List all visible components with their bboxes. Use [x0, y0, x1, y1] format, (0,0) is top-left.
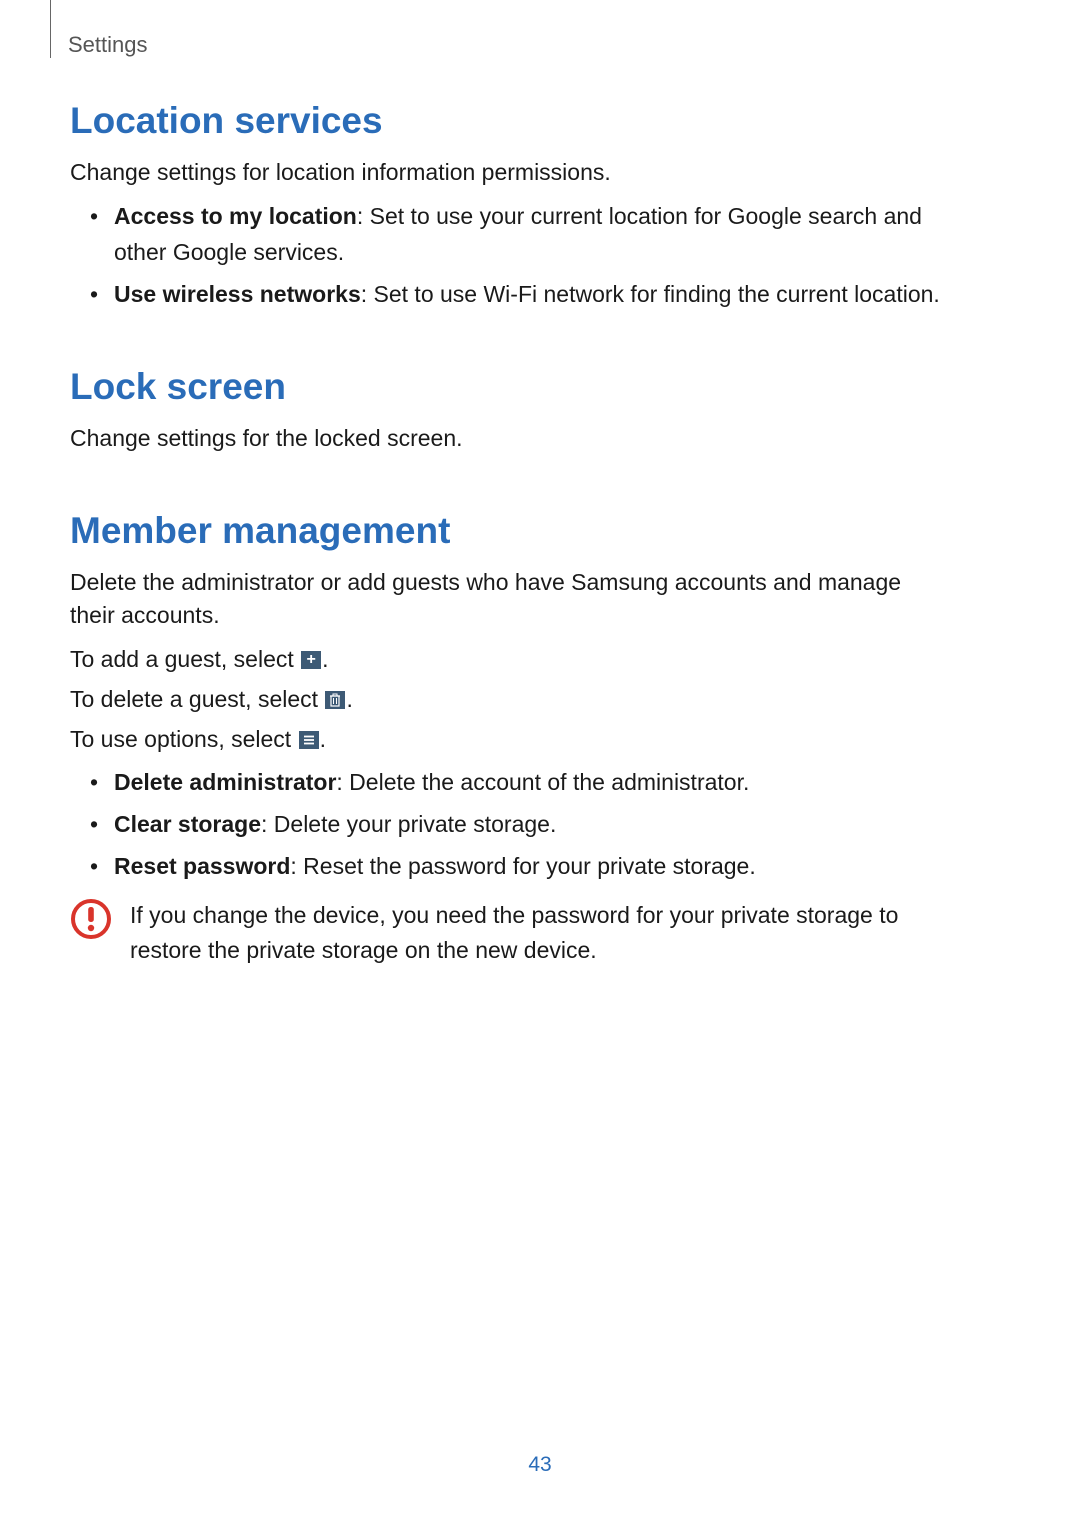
list-item-label: Access to my location	[114, 203, 357, 229]
page-content: Location services Change settings for lo…	[70, 100, 950, 967]
caution-text: If you change the device, you need the p…	[130, 898, 950, 967]
text-segment: .	[346, 686, 352, 712]
list-item-label: Reset password	[114, 853, 290, 879]
section-desc-lock-screen: Change settings for the locked screen.	[70, 422, 950, 455]
list-item-desc: : Reset the password for your private st…	[290, 853, 755, 879]
text-segment: .	[322, 646, 328, 672]
section-title-location-services: Location services	[70, 100, 950, 142]
list-item-label: Delete administrator	[114, 769, 336, 795]
list-item: Use wireless networks: Set to use Wi-Fi …	[98, 277, 950, 313]
section-title-member-management: Member management	[70, 510, 950, 552]
list-item: Access to my location: Set to use your c…	[98, 199, 950, 270]
section-title-lock-screen: Lock screen	[70, 366, 950, 408]
list-item-label: Use wireless networks	[114, 281, 361, 307]
list-item: Reset password: Reset the password for y…	[98, 849, 950, 885]
text-segment: .	[320, 726, 326, 752]
list-item-desc: : Set to use Wi-Fi network for finding t…	[361, 281, 940, 307]
caution-note: If you change the device, you need the p…	[70, 898, 950, 967]
list-item-desc: : Delete your private storage.	[261, 811, 556, 837]
header-divider	[50, 0, 51, 58]
list-item: Delete administrator: Delete the account…	[98, 765, 950, 801]
section-desc-location-services: Change settings for location information…	[70, 156, 950, 189]
add-guest-instruction: To add a guest, select +.	[70, 642, 950, 678]
add-icon: +	[301, 651, 321, 669]
caution-icon	[70, 898, 112, 940]
text-segment: To use options, select	[70, 726, 298, 752]
list-icon	[299, 731, 319, 749]
list-svg	[302, 734, 316, 746]
member-management-options-list: Delete administrator: Delete the account…	[70, 765, 950, 884]
header-breadcrumb: Settings	[68, 32, 148, 58]
plus-glyph: +	[306, 652, 315, 668]
trash-icon	[325, 691, 345, 709]
trash-svg	[329, 693, 341, 707]
text-segment: To delete a guest, select	[70, 686, 324, 712]
page-number: 43	[0, 1453, 1080, 1477]
section-desc-member-management: Delete the administrator or add guests w…	[70, 566, 950, 633]
list-item-desc: : Delete the account of the administrato…	[336, 769, 749, 795]
list-item: Clear storage: Delete your private stora…	[98, 807, 950, 843]
location-services-list: Access to my location: Set to use your c…	[70, 199, 950, 312]
list-item-label: Clear storage	[114, 811, 261, 837]
text-segment: To add a guest, select	[70, 646, 300, 672]
delete-guest-instruction: To delete a guest, select .	[70, 682, 950, 718]
use-options-instruction: To use options, select .	[70, 722, 950, 758]
